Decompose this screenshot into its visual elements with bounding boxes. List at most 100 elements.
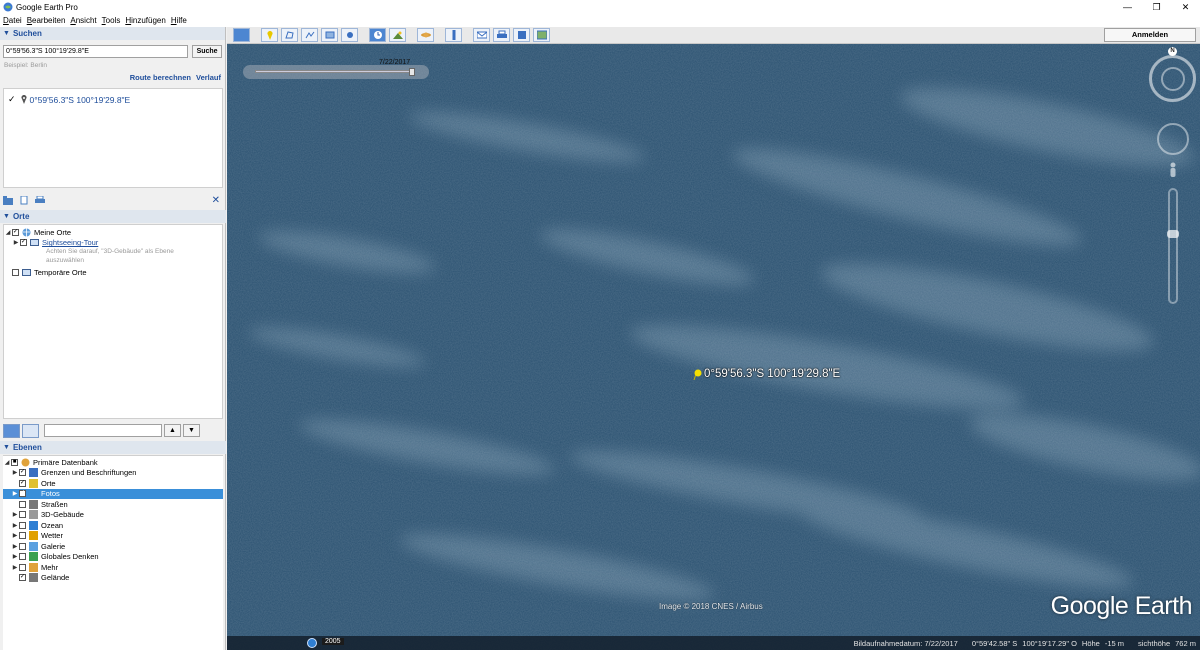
layer-icon <box>29 468 38 478</box>
zoom-slider-handle[interactable] <box>1167 230 1179 238</box>
save-image-button[interactable] <box>513 28 530 42</box>
copy-icon[interactable] <box>19 195 29 205</box>
layer-row[interactable]: ▶ Globales Denken <box>3 552 223 563</box>
layer-row[interactable]: ✓ Gelände <box>3 573 223 584</box>
expand-down-icon[interactable]: ◢ <box>4 229 12 236</box>
planets-button[interactable] <box>417 28 434 42</box>
layers-panel-header[interactable]: ▼ Ebenen <box>0 441 226 454</box>
checkbox-primary-db[interactable]: ■ <box>11 458 18 466</box>
layer-row[interactable]: ▶ Mehr <box>3 562 223 573</box>
save-folder-icon[interactable] <box>3 195 13 205</box>
maximize-button[interactable]: ❐ <box>1142 0 1171 14</box>
expand-down-icon[interactable]: ◢ <box>3 459 11 466</box>
checkbox-temporary[interactable] <box>12 268 19 276</box>
route-link[interactable]: Route berechnen <box>130 73 191 82</box>
expand-right-icon[interactable]: ▶ <box>11 469 19 476</box>
layer-checkbox[interactable]: ✓ <box>19 479 26 487</box>
layer-row[interactable]: ▶ Wetter <box>3 531 223 542</box>
view-in-maps-button[interactable] <box>533 28 550 42</box>
expand-right-icon[interactable]: ▶ <box>11 564 19 571</box>
yellow-pushpin-icon[interactable] <box>693 368 702 380</box>
menu-tools[interactable]: Tools <box>102 16 121 25</box>
layer-row[interactable]: ▶ Galerie <box>3 541 223 552</box>
time-slider-handle[interactable] <box>409 68 415 76</box>
search-result-placemark[interactable]: 0°59'56.3"S 100°19'29.8"E <box>693 368 840 380</box>
expand-right-icon[interactable]: ▶ <box>11 490 19 497</box>
zoom-slider[interactable] <box>1167 188 1179 304</box>
layer-checkbox[interactable] <box>19 500 26 508</box>
search-input[interactable] <box>3 45 189 58</box>
layer-row[interactable]: ▶ 3D-Gebäude <box>3 510 223 521</box>
expand-right-icon[interactable]: ▶ <box>12 239 20 246</box>
layer-row[interactable]: Straßen <box>3 499 223 510</box>
checkbox-my-places[interactable]: ✓ <box>12 228 19 236</box>
layer-checkbox[interactable]: ✓ <box>19 574 26 582</box>
sunlight-button[interactable] <box>389 28 406 42</box>
menu-hinzufuegen[interactable]: Hinzufügen <box>125 16 165 25</box>
minimize-button[interactable]: — <box>1113 0 1142 14</box>
menu-bar: Datei Bearbeiten Ansicht Tools Hinzufüge… <box>0 14 1200 27</box>
search-result-item[interactable]: ✓ 0°59'56.3"S 100°19'29.8"E <box>4 89 222 105</box>
layer-checkbox[interactable] <box>19 553 26 561</box>
layer-search-input[interactable] <box>44 424 162 437</box>
signin-button[interactable]: Anmelden <box>1104 28 1196 42</box>
historical-imagery-button[interactable] <box>369 28 386 42</box>
tree-row-primary-db[interactable]: ◢ ■ Primäre Datenbank <box>3 457 223 468</box>
record-tour-button[interactable] <box>341 28 358 42</box>
menu-hilfe[interactable]: Hilfe <box>171 16 187 25</box>
street-view-pegman-icon[interactable] <box>1166 162 1180 180</box>
map-view[interactable]: Anmelden 7/22/2017 0°59'56.3"S 100°19'29… <box>227 27 1200 650</box>
expand-right-icon[interactable]: ▶ <box>11 553 19 560</box>
layer-checkbox[interactable] <box>19 521 26 529</box>
layer-checkbox[interactable] <box>19 511 26 519</box>
close-button[interactable]: ✕ <box>1171 0 1200 14</box>
layer-checkbox[interactable] <box>19 532 26 540</box>
layer-checkbox[interactable]: ✓ <box>19 490 26 498</box>
print-button[interactable] <box>493 28 510 42</box>
tree-row-my-places[interactable]: ◢ ✓ Meine Orte <box>4 227 222 238</box>
ruler-button[interactable] <box>445 28 462 42</box>
checkbox-sightseeing[interactable]: ✓ <box>20 239 27 247</box>
layer-row[interactable]: ▶ Ozean <box>3 520 223 531</box>
look-joystick[interactable] <box>1161 67 1185 91</box>
add-path-button[interactable] <box>301 28 318 42</box>
compass-ring[interactable] <box>1149 55 1196 102</box>
email-button[interactable] <box>473 28 490 42</box>
historical-clock-icon[interactable] <box>307 638 317 648</box>
places-panel-header[interactable]: ▼ Orte <box>0 210 226 223</box>
north-indicator[interactable]: N <box>1168 47 1177 56</box>
layer-checkbox[interactable] <box>19 542 26 550</box>
search-layers-toggle[interactable] <box>3 423 20 438</box>
sightseeing-tour-link[interactable]: Sightseeing-Tour <box>42 238 98 247</box>
layer-label: Galerie <box>41 541 66 551</box>
expand-right-icon[interactable]: ▶ <box>11 511 19 518</box>
expand-right-icon[interactable]: ▶ <box>11 522 19 529</box>
move-up-button[interactable]: ▲ <box>164 424 181 437</box>
menu-ansicht[interactable]: Ansicht <box>70 16 96 25</box>
expand-right-icon[interactable]: ▶ <box>11 543 19 550</box>
add-polygon-button[interactable] <box>281 28 298 42</box>
move-down-button[interactable]: ▼ <box>183 424 200 437</box>
historical-time-slider[interactable] <box>243 65 429 79</box>
tree-row-temporary[interactable]: Temporäre Orte <box>4 267 222 278</box>
layer-checkbox[interactable]: ✓ <box>19 469 26 477</box>
move-joystick[interactable] <box>1157 123 1189 155</box>
expand-right-icon[interactable]: ▶ <box>11 532 19 539</box>
history-link[interactable]: Verlauf <box>196 73 221 82</box>
time-slider-track[interactable] <box>255 70 415 73</box>
search-panel-header[interactable]: ▼ Suchen <box>0 27 225 40</box>
layer-row[interactable]: ▶ ✓ Fotos <box>3 488 223 499</box>
print-icon[interactable] <box>35 195 45 205</box>
menu-datei[interactable]: Datei <box>3 16 22 25</box>
layer-checkbox[interactable] <box>19 563 26 571</box>
search-button[interactable]: Suche <box>192 45 222 58</box>
add-placemark-button[interactable] <box>261 28 278 42</box>
layer-row[interactable]: ▶ ✓ Grenzen und Beschriftungen <box>3 468 223 479</box>
add-overlay-button[interactable] <box>321 28 338 42</box>
tree-row-sightseeing[interactable]: ▶ ✓ Sightseeing-Tour <box>4 238 222 249</box>
menu-bearbeiten[interactable]: Bearbeiten <box>27 16 66 25</box>
sidebar-view-toggle[interactable] <box>22 423 39 438</box>
sidebar-toggle-button[interactable] <box>233 28 250 42</box>
layer-row[interactable]: ✓ Orte <box>3 478 223 489</box>
clear-results-close-icon[interactable]: ✕ <box>212 195 220 206</box>
